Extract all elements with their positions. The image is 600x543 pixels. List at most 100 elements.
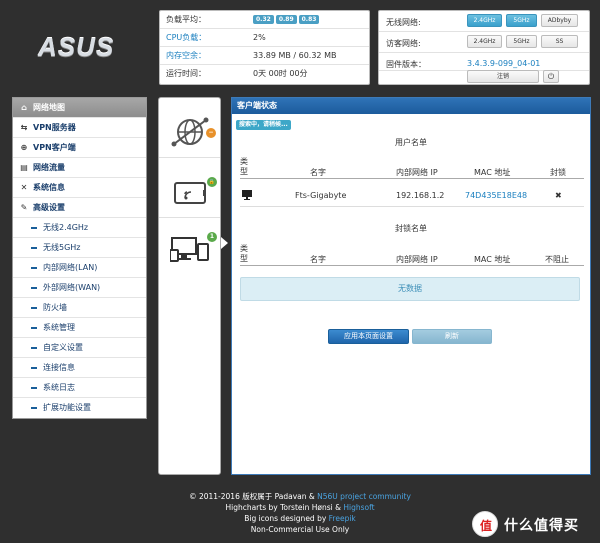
sidebar-subitem-wireless-5ghz[interactable]: 无线5GHz: [13, 238, 146, 258]
blocked-table-header: 类型 名字 内部网络 IP MAC 地址 不阻止: [240, 242, 584, 266]
sidebar-item-traffic[interactable]: ▤ 网络流量: [13, 158, 146, 178]
guest-24ghz-button[interactable]: 2.4GHz: [467, 35, 502, 48]
community-link[interactable]: N56U project community: [317, 492, 411, 501]
sidebar-subitem-label: 系统管理: [43, 323, 75, 332]
sidebar-subitem-label: 无线5GHz: [43, 243, 81, 252]
cpu-label[interactable]: CPU负载：: [166, 29, 206, 47]
sidebar-item-vpn-server[interactable]: ⇆ VPN服务器: [13, 118, 146, 138]
clients-status-tile[interactable]: 1: [159, 218, 220, 278]
chart-icon: ▤: [20, 163, 28, 172]
sidebar-subitem-label: 连接信息: [43, 363, 75, 372]
device-map-column: − 🔒 1: [158, 97, 221, 475]
clients-count-badge: 1: [207, 232, 217, 242]
wireless-status-tile[interactable]: 🔒: [159, 158, 220, 218]
ss-button[interactable]: SS: [541, 35, 578, 48]
load-row: 负载平均： 0.32 0.89 0.83: [160, 11, 369, 29]
scan-status-badge: 搜索中，请稍候...: [236, 120, 291, 130]
sidebar-item-advanced[interactable]: ✎ 高级设置: [13, 198, 146, 218]
wrench-icon: ✎: [20, 203, 28, 212]
load-badge-1: 0.32: [253, 15, 274, 24]
sidebar-subitem-firewall[interactable]: 防火墙: [13, 298, 146, 318]
col-name: 名字: [310, 255, 326, 264]
highsoft-link[interactable]: Highsoft: [343, 503, 374, 512]
logout-button[interactable]: 注销: [467, 70, 539, 83]
guest-5ghz-button[interactable]: 5GHz: [506, 35, 537, 48]
sidebar-subitem-label: 防火墙: [43, 303, 67, 312]
apply-settings-button[interactable]: 应用本页面设置: [328, 329, 409, 344]
dash-icon: [31, 247, 37, 249]
adbyby-button[interactable]: ADbyby: [541, 14, 578, 27]
cpu-row[interactable]: CPU负载： 2%: [160, 29, 369, 47]
col-mac: MAC 地址: [474, 168, 511, 177]
dash-icon: [31, 387, 37, 389]
sidebar-subitem-extensions[interactable]: 扩展功能设置: [13, 398, 146, 418]
firmware-value[interactable]: 3.4.3.9-099_04-01: [467, 59, 540, 68]
col-block: 封锁: [550, 168, 566, 177]
sidebar-subitem-lan[interactable]: 内部网络(LAN): [13, 258, 146, 278]
freepik-link[interactable]: Freepik: [329, 514, 356, 523]
sidebar-subitem-wan[interactable]: 外部网络(WAN): [13, 278, 146, 298]
dash-icon: [31, 227, 37, 229]
computer-icon: [242, 190, 252, 200]
sidebar-subitem-connections[interactable]: 连接信息: [13, 358, 146, 378]
wireless-24ghz-button[interactable]: 2.4GHz: [467, 14, 502, 27]
sidebar-item-label: 网络地图: [33, 103, 65, 112]
col-unblock: 不阻止: [545, 255, 569, 264]
copyright-text: © 2011-2016 版权属于 Padavan &: [189, 492, 318, 501]
sidebar-subitem-label: 系统日志: [43, 383, 75, 392]
sidebar-menu: ⌂ 网络地图 ⇆ VPN服务器 ⊕ VPN客户端 ▤ 网络流量 ✕ 系统信息 ✎…: [12, 97, 147, 419]
wireless-tablet-icon: [174, 182, 206, 204]
cpu-value: 2%: [253, 33, 266, 42]
memory-label[interactable]: 内存空余：: [166, 47, 206, 65]
sidebar-item-network-map[interactable]: ⌂ 网络地图: [13, 98, 146, 118]
power-icon[interactable]: ⏻: [543, 70, 559, 83]
logo-text: ASUS: [38, 32, 115, 62]
watermark-glyph: 值: [479, 519, 492, 533]
load-badge-2: 0.89: [275, 15, 297, 24]
sidebar-item-label: 系统信息: [33, 183, 65, 192]
network-status-panel: 无线网络: 2.4GHz 5GHz ADbyby 访客网络: 2.4GHz 5G…: [378, 10, 590, 85]
firmware-row: 固件版本： 3.4.3.9-099_04-01: [379, 53, 589, 71]
clients-devices-icon: [170, 237, 209, 262]
system-stats-panel: 负载平均： 0.32 0.89 0.83 CPU负载： 2% 内存空余： 33.89…: [159, 10, 370, 85]
client-name: Fts-Gigabyte: [295, 191, 347, 200]
client-ip: 192.168.1.2: [396, 191, 445, 200]
sidebar-item-system-info[interactable]: ✕ 系统信息: [13, 178, 146, 198]
table-row: Fts-Gigabyte 192.168.1.2 74D435E18E48 ✖: [240, 183, 584, 207]
memory-value: 33.89 MB / 60.32 MB: [253, 51, 337, 60]
wireless-label: 无线网络:: [386, 18, 421, 27]
refresh-button[interactable]: 刷新: [412, 329, 492, 344]
asus-logo: ASUS: [38, 32, 128, 62]
watermark-text: 什么值得买: [504, 518, 579, 534]
col-ip: 内部网络 IP: [396, 255, 438, 264]
sidebar-subitem-administration[interactable]: 系统管理: [13, 318, 146, 338]
dash-icon: [31, 307, 37, 309]
watermark-logo-icon: 值: [472, 511, 498, 537]
sidebar-subitem-syslog[interactable]: 系统日志: [13, 378, 146, 398]
sidebar-item-vpn-client[interactable]: ⊕ VPN客户端: [13, 138, 146, 158]
footer: © 2011-2016 版权属于 Padavan & N56U project …: [150, 491, 450, 535]
dash-icon: [31, 267, 37, 269]
internet-warning-badge: −: [206, 128, 216, 138]
col-type: 类型: [240, 157, 248, 176]
footer-icons: Big icons designed by Freepik: [150, 513, 450, 524]
sidebar-subitem-label: 内部网络(LAN): [43, 263, 98, 272]
footer-copyright: © 2011-2016 版权属于 Padavan & N56U project …: [150, 491, 450, 502]
block-client-icon[interactable]: ✖: [555, 191, 562, 200]
internet-status-tile[interactable]: −: [159, 98, 220, 158]
dash-icon: [31, 327, 37, 329]
uptime-label: 运行时间：: [166, 69, 206, 78]
footer-highcharts: Highcharts by Torstein Hønsi & Highsoft: [150, 502, 450, 513]
sidebar-subitem-label: 无线2.4GHz: [43, 223, 89, 232]
uptime-row: 运行时间： 0天 00时 00分: [160, 65, 369, 83]
wireless-5ghz-button[interactable]: 5GHz: [506, 14, 537, 27]
blocked-list-title: 封锁名单: [395, 224, 427, 233]
col-type: 类型: [240, 244, 248, 263]
memory-row[interactable]: 内存空余： 33.89 MB / 60.32 MB: [160, 47, 369, 65]
sidebar-subitem-custom[interactable]: 自定义设置: [13, 338, 146, 358]
client-mac[interactable]: 74D435E18E48: [465, 191, 527, 200]
sidebar-subitem-wireless-24ghz[interactable]: 无线2.4GHz: [13, 218, 146, 238]
col-name: 名字: [310, 168, 326, 177]
action-row: 注销 ⏻: [379, 70, 589, 85]
uptime-value: 0天 00时 00分: [253, 69, 308, 78]
